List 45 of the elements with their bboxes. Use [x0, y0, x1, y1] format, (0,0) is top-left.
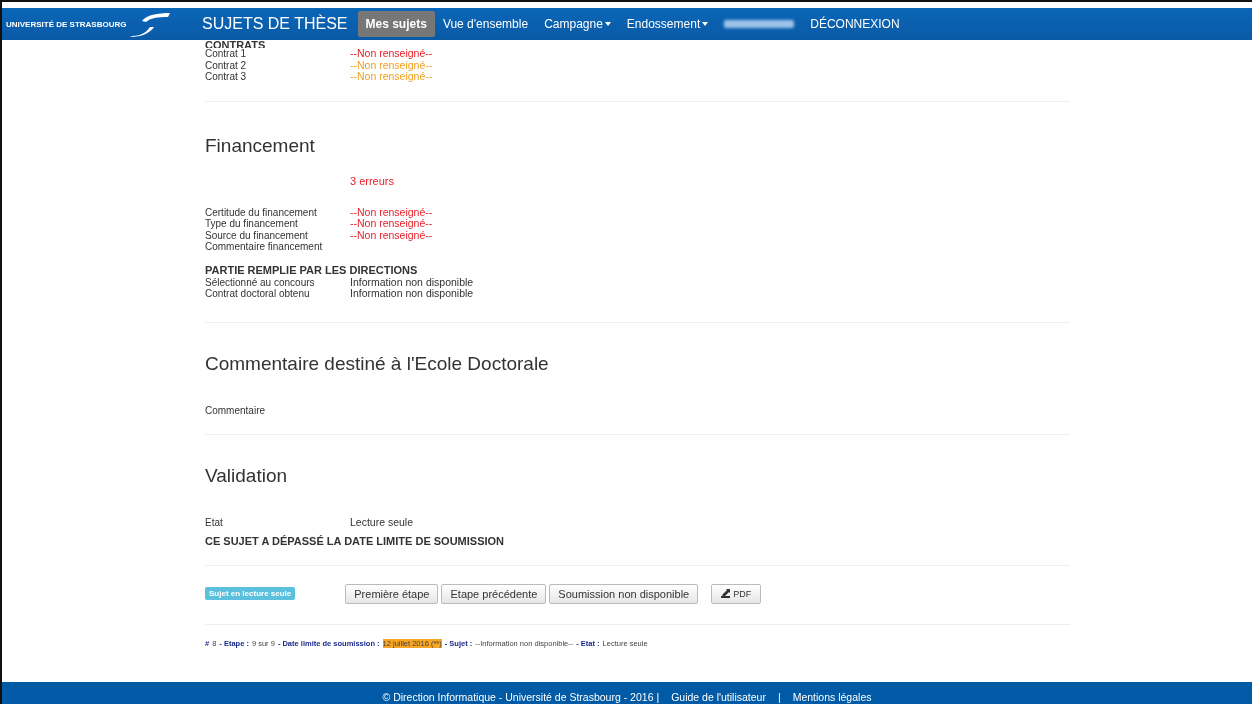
logout-link[interactable]: DÉCONNEXION: [802, 11, 908, 37]
field-label: Commentaire financement: [205, 241, 324, 253]
logo-text: UNIVERSITÉ DE STRASBOURG: [6, 19, 127, 29]
logo-icon: [128, 11, 173, 37]
field-label: Contrat doctoral obtenu: [205, 288, 311, 300]
field-value: --Non renseigné--: [350, 206, 433, 218]
field-value: --Non renseigné--: [350, 218, 433, 230]
step-button[interactable]: Première étape: [345, 583, 439, 604]
nav-link[interactable]: Vue d'ensemble: [434, 11, 537, 37]
field-value: Information non disponible: [350, 276, 474, 288]
section-subheading: PARTIE REMPLIE PAR LES DIRECTIONS: [205, 263, 419, 277]
error-count: 3 erreurs: [350, 174, 396, 187]
field-label: Source du financement: [205, 229, 309, 241]
nav-link[interactable]: Endossement: [618, 11, 717, 37]
copyright-text: © Direction Informatique - Université de Strasbourg - 2016 |: [382, 691, 660, 703]
field-value: --Non renseigné--: [350, 71, 433, 83]
field-label: Contrat 2: [205, 59, 248, 71]
step-button[interactable]: Etape précédente: [441, 583, 547, 604]
nav-link[interactable]: Mes sujets: [357, 11, 435, 37]
step-button[interactable]: Soumission non disponible: [549, 583, 699, 604]
separator-text: |: [777, 691, 781, 703]
brand-title[interactable]: SUJETS DE THÈSE: [202, 15, 348, 33]
field-label: Commentaire: [205, 404, 267, 416]
field-value: Information non disponible: [350, 288, 474, 300]
section-title: Financement: [205, 134, 316, 157]
field-label: Type du financement: [205, 218, 299, 230]
footer-link[interactable]: Mentions légales: [792, 691, 872, 703]
read-only-label: Sujet en lecture seule: [205, 587, 296, 600]
pdf-button[interactable]: PDF: [711, 583, 762, 604]
field-label: Contrat 3: [205, 71, 248, 83]
field-label: Etat: [205, 517, 224, 529]
field-value: --Non renseigné--: [350, 229, 433, 241]
nav-link[interactable]: Campagne: [536, 11, 619, 37]
field-value: --Non renseigné--: [350, 48, 433, 60]
footer-link[interactable]: Guide de l'utilisateur: [671, 691, 766, 703]
field-label: Certitude du financement: [205, 206, 318, 218]
section-title: Commentaire destiné à l'Ecole Doctorale: [205, 352, 550, 375]
export-icon: [721, 589, 731, 598]
field-value: Lecture seule: [350, 517, 414, 529]
blurred-name: [724, 20, 795, 28]
field-label: Contrat 1: [205, 48, 247, 60]
field-value: --Non renseigné--: [350, 59, 433, 71]
deadline-notice: CE SUJET A DÉPASSÉ LA DATE LIMITE DE SOUMISSION: [205, 534, 506, 547]
field-label: Sélectionné au concours: [205, 276, 316, 288]
section-title: Validation: [205, 465, 289, 487]
